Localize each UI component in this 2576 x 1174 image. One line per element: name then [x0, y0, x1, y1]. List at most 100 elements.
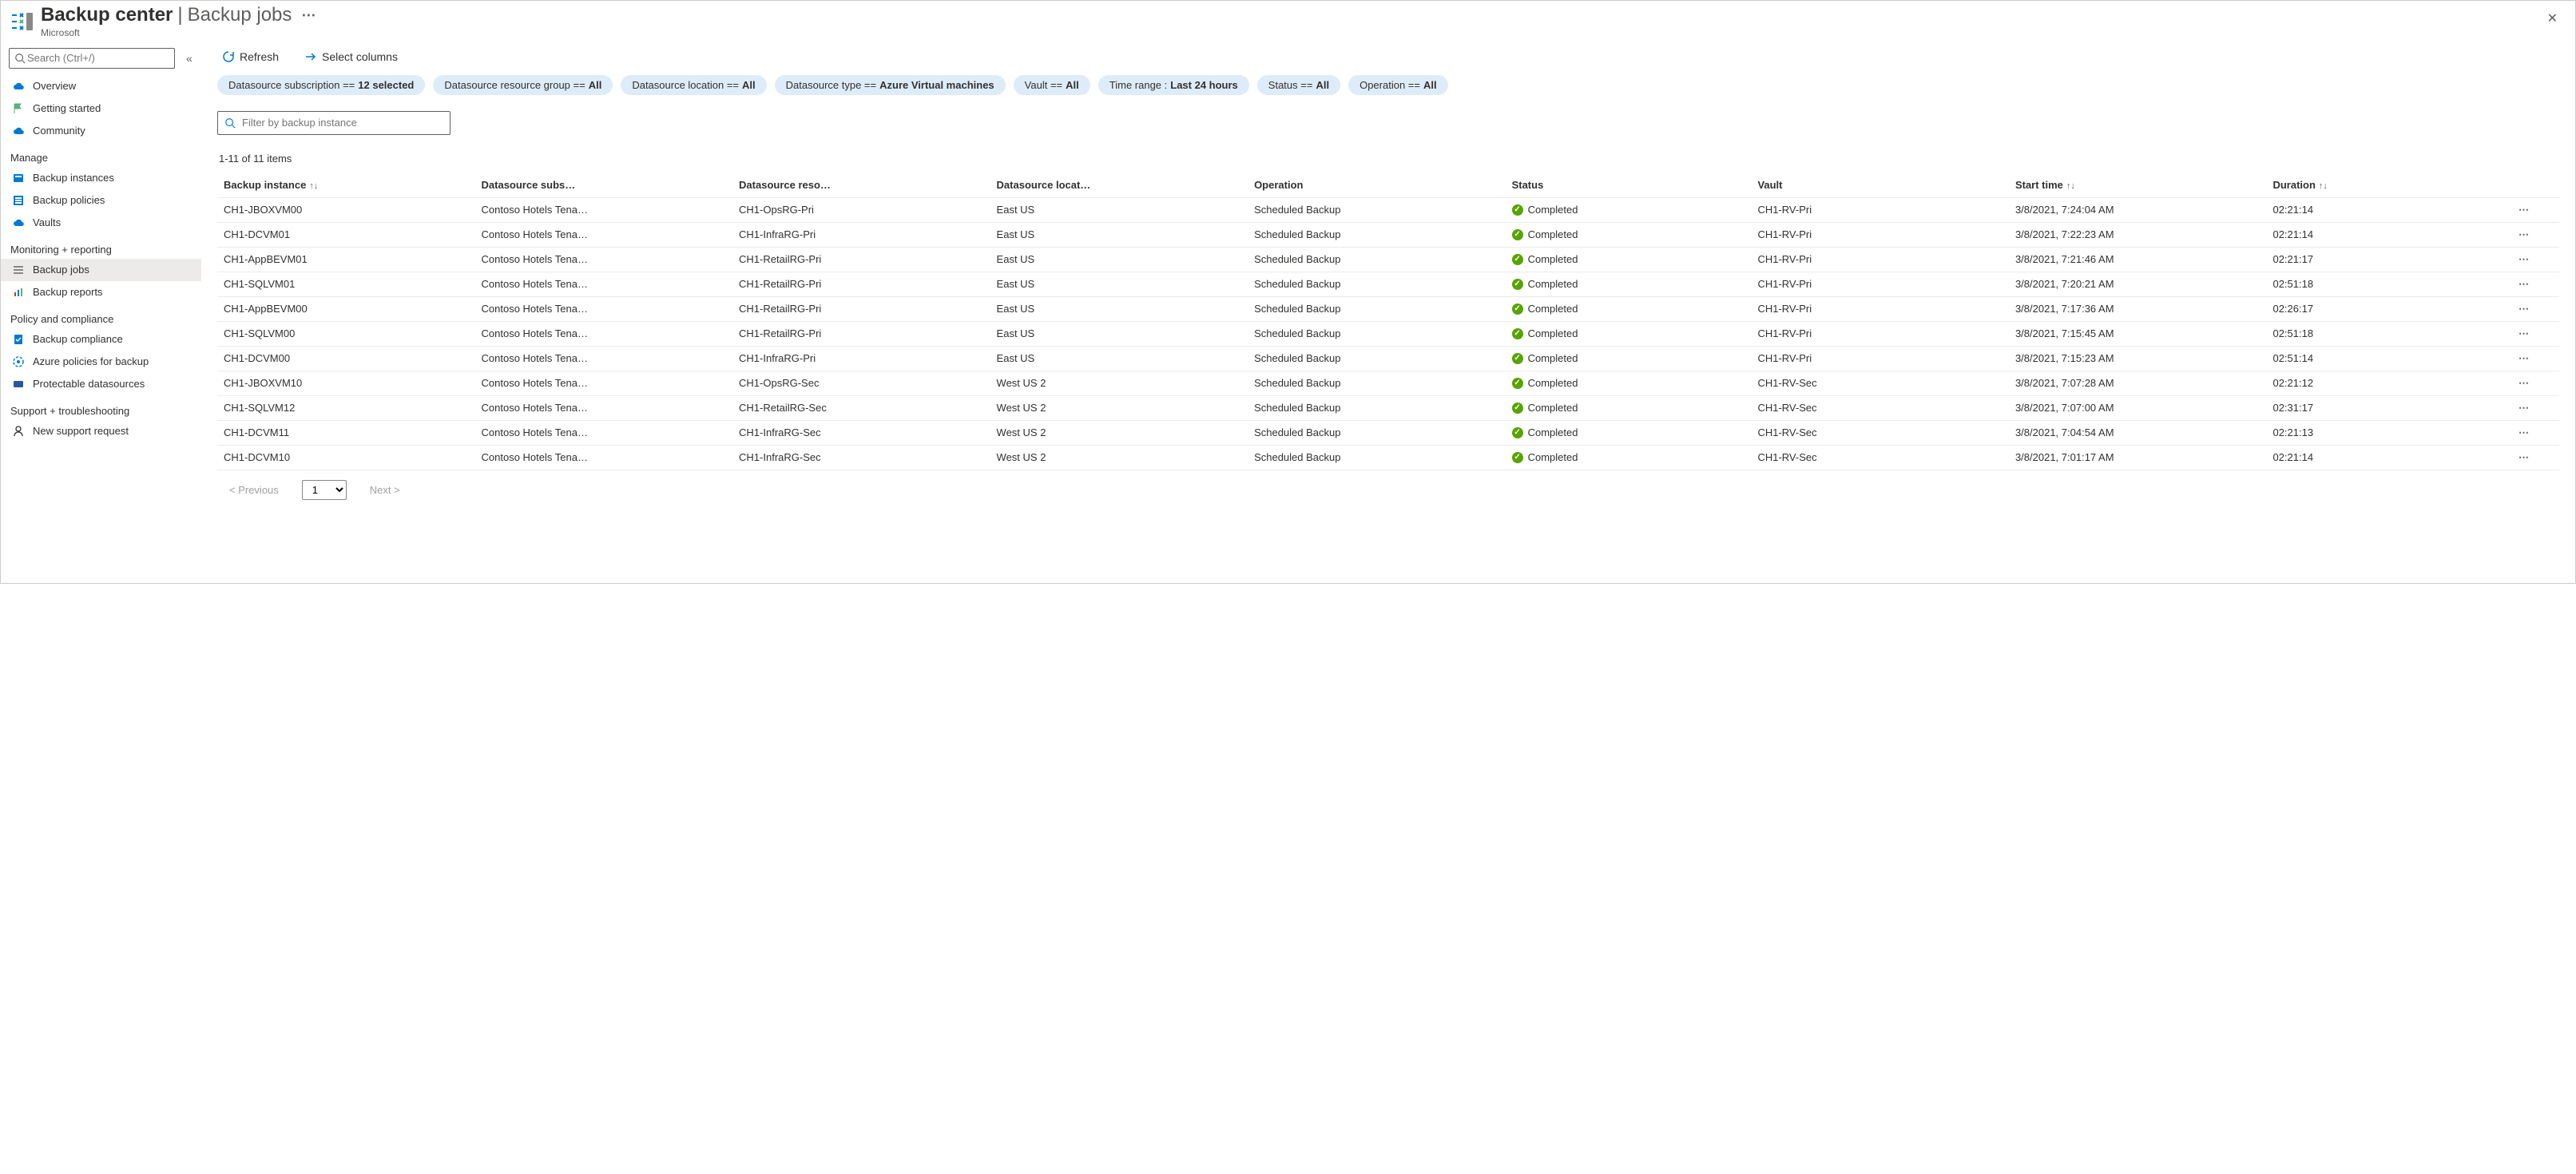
- cell-loc: West US 2: [990, 445, 1248, 470]
- filter-pill-6[interactable]: Status == All: [1257, 75, 1340, 95]
- row-actions-button[interactable]: ⋯: [2489, 346, 2559, 371]
- table-row[interactable]: CH1-JBOXVM10Contoso Hotels Tena…CH1-OpsR…: [217, 371, 2559, 395]
- filter-pill-2[interactable]: Datasource location == All: [621, 75, 766, 95]
- sidebar-search[interactable]: [9, 48, 175, 69]
- row-actions-button[interactable]: ⋯: [2489, 420, 2559, 445]
- table-row[interactable]: CH1-DCVM10Contoso Hotels Tena…CH1-InfraR…: [217, 445, 2559, 470]
- cell-vault: CH1-RV-Pri: [1751, 321, 2009, 346]
- nav-item-protectable-datasources[interactable]: Protectable datasources: [1, 373, 201, 395]
- header-more-icon[interactable]: ⋯: [296, 7, 320, 25]
- table-row[interactable]: CH1-DCVM11Contoso Hotels Tena…CH1-InfraR…: [217, 420, 2559, 445]
- nav-item-community[interactable]: Community: [1, 120, 201, 142]
- cell-dur: 02:51:14: [2266, 346, 2489, 371]
- cell-subs: Contoso Hotels Tena…: [475, 445, 733, 470]
- instance-filter[interactable]: [217, 111, 451, 135]
- cell-rg: CH1-RetailRG-Pri: [732, 272, 990, 296]
- col-header-label: Start time: [2015, 179, 2063, 191]
- cell-op: Scheduled Backup: [1248, 247, 1506, 272]
- col-header-5[interactable]: Status: [1506, 173, 1752, 198]
- table-row[interactable]: CH1-AppBEVM01Contoso Hotels Tena…CH1-Ret…: [217, 247, 2559, 272]
- sidebar-collapse-button[interactable]: «: [183, 49, 196, 68]
- row-actions-button[interactable]: ⋯: [2489, 445, 2559, 470]
- filter-pill-label: Status ==: [1268, 79, 1313, 91]
- row-actions-button[interactable]: ⋯: [2489, 321, 2559, 346]
- col-header-0[interactable]: Backup instance↑↓: [217, 173, 475, 198]
- table-row[interactable]: CH1-SQLVM01Contoso Hotels Tena…CH1-Retai…: [217, 272, 2559, 296]
- close-button[interactable]: ✕: [2539, 4, 2566, 33]
- row-actions-button[interactable]: ⋯: [2489, 371, 2559, 395]
- cell-rg: CH1-InfraRG-Pri: [732, 222, 990, 247]
- nav-item-backup-instances[interactable]: Backup instances: [1, 167, 201, 189]
- nav-item-new-support-request[interactable]: New support request: [1, 420, 201, 442]
- jobs-table: Backup instance↑↓Datasource subs…Datasou…: [217, 173, 2559, 470]
- row-actions-button[interactable]: ⋯: [2489, 395, 2559, 420]
- filter-pill-7[interactable]: Operation == All: [1348, 75, 1448, 95]
- table-row[interactable]: CH1-SQLVM00Contoso Hotels Tena…CH1-Retai…: [217, 321, 2559, 346]
- row-actions-button[interactable]: ⋯: [2489, 296, 2559, 321]
- refresh-button[interactable]: Refresh: [217, 50, 284, 64]
- col-header-4[interactable]: Operation: [1248, 173, 1506, 198]
- cell-instance: CH1-SQLVM01: [217, 272, 475, 296]
- cell-subs: Contoso Hotels Tena…: [475, 272, 733, 296]
- filter-pill-0[interactable]: Datasource subscription == 12 selected: [217, 75, 425, 95]
- col-header-8[interactable]: Duration↑↓: [2266, 173, 2489, 198]
- refresh-icon: [222, 50, 235, 63]
- cell-subs: Contoso Hotels Tena…: [475, 395, 733, 420]
- instance-filter-input[interactable]: [240, 116, 443, 129]
- table-row[interactable]: CH1-DCVM00Contoso Hotels Tena…CH1-InfraR…: [217, 346, 2559, 371]
- table-row[interactable]: CH1-SQLVM12Contoso Hotels Tena…CH1-Retai…: [217, 395, 2559, 420]
- col-header-2[interactable]: Datasource reso…: [732, 173, 990, 198]
- filter-pill-value: All: [1066, 79, 1079, 91]
- page-select[interactable]: 1: [302, 480, 347, 500]
- filter-pill-4[interactable]: Vault == All: [1014, 75, 1090, 95]
- cell-instance: CH1-AppBEVM00: [217, 296, 475, 321]
- nav-item-label: Getting started: [33, 102, 101, 114]
- nav-item-vaults[interactable]: Vaults: [1, 212, 201, 234]
- cell-subs: Contoso Hotels Tena…: [475, 321, 733, 346]
- status-success-icon: ✓: [1512, 353, 1523, 364]
- cell-op: Scheduled Backup: [1248, 296, 1506, 321]
- next-page-button[interactable]: Next >: [359, 480, 411, 500]
- status-success-icon: ✓: [1512, 452, 1523, 463]
- cell-status: ✓Completed: [1506, 321, 1752, 346]
- vaults-icon: [12, 216, 25, 229]
- nav-item-label: Overview: [33, 80, 76, 92]
- row-actions-button[interactable]: ⋯: [2489, 197, 2559, 222]
- filter-pill-5[interactable]: Time range : Last 24 hours: [1098, 75, 1249, 95]
- sidebar-search-input[interactable]: [26, 51, 169, 65]
- nav-item-backup-jobs[interactable]: Backup jobs: [1, 259, 201, 281]
- table-row[interactable]: CH1-AppBEVM00Contoso Hotels Tena…CH1-Ret…: [217, 296, 2559, 321]
- filter-pill-value: All: [1423, 79, 1437, 91]
- prev-page-button[interactable]: < Previous: [219, 480, 289, 500]
- cloud-icon: [12, 80, 25, 93]
- nav-item-azure-policies-for-backup[interactable]: Azure policies for backup: [1, 351, 201, 373]
- col-header-6[interactable]: Vault: [1751, 173, 2009, 198]
- table-row[interactable]: CH1-DCVM01Contoso Hotels Tena…CH1-InfraR…: [217, 222, 2559, 247]
- cell-loc: East US: [990, 296, 1248, 321]
- filter-pill-1[interactable]: Datasource resource group == All: [433, 75, 613, 95]
- nav-item-backup-policies[interactable]: Backup policies: [1, 189, 201, 212]
- nav-section-heading: Policy and compliance: [1, 303, 201, 328]
- col-header-3[interactable]: Datasource locat…: [990, 173, 1248, 198]
- row-actions-button[interactable]: ⋯: [2489, 222, 2559, 247]
- col-header-7[interactable]: Start time↑↓: [2009, 173, 2267, 198]
- cell-rg: CH1-InfraRG-Sec: [732, 420, 990, 445]
- filter-pill-3[interactable]: Datasource type == Azure Virtual machine…: [775, 75, 1006, 95]
- select-columns-button[interactable]: Select columns: [300, 50, 403, 64]
- cell-rg: CH1-RetailRG-Sec: [732, 395, 990, 420]
- col-header-1[interactable]: Datasource subs…: [475, 173, 733, 198]
- nav-item-overview[interactable]: Overview: [1, 75, 201, 97]
- cell-status: ✓Completed: [1506, 247, 1752, 272]
- nav-item-backup-reports[interactable]: Backup reports: [1, 281, 201, 303]
- nav-item-getting-started[interactable]: Getting started: [1, 97, 201, 120]
- arrow-right-icon: [304, 50, 317, 63]
- row-actions-button[interactable]: ⋯: [2489, 247, 2559, 272]
- nav-item-label: Backup instances: [33, 172, 114, 184]
- col-header-actions: [2489, 173, 2559, 198]
- nav-item-backup-compliance[interactable]: Backup compliance: [1, 328, 201, 351]
- row-actions-button[interactable]: ⋯: [2489, 272, 2559, 296]
- status-success-icon: ✓: [1512, 254, 1523, 265]
- table-row[interactable]: CH1-JBOXVM00Contoso Hotels Tena…CH1-OpsR…: [217, 197, 2559, 222]
- filter-pill-label: Datasource location ==: [632, 79, 739, 91]
- filter-pill-label: Operation ==: [1359, 79, 1420, 91]
